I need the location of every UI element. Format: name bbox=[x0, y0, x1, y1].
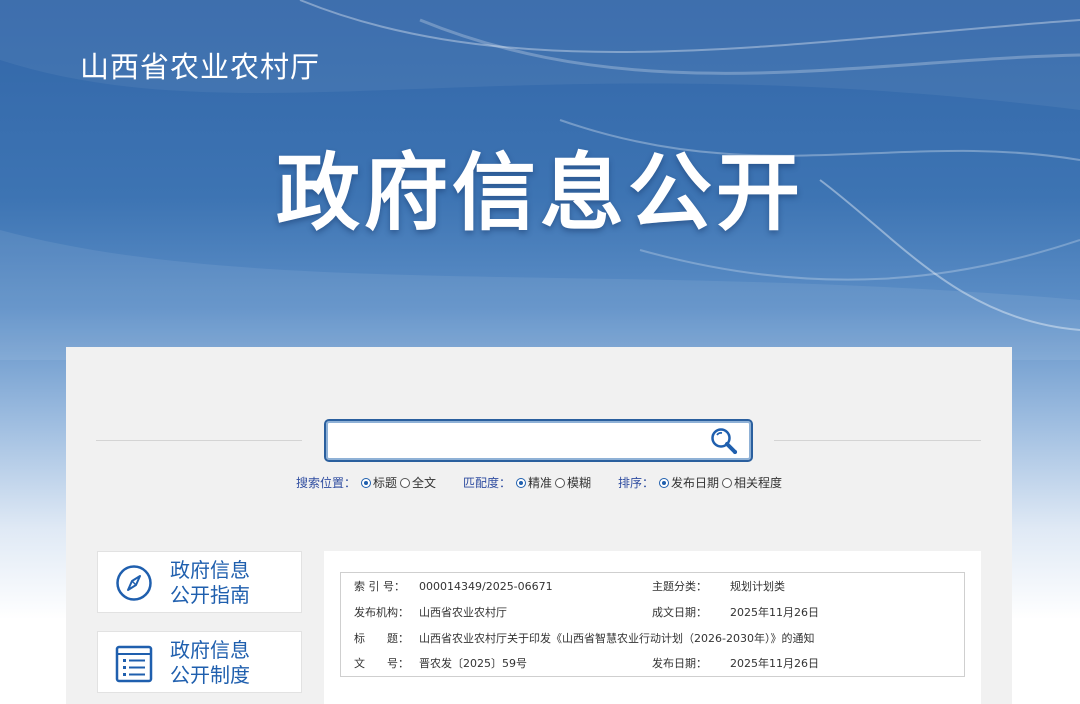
list-document-icon bbox=[115, 645, 153, 683]
radio-fuzzy-label: 模糊 bbox=[567, 476, 592, 490]
title-value[interactable]: 山西省农业农村厅关于印发《山西省智慧农业行动计划（2026-2030年）》的通知 bbox=[419, 626, 814, 652]
match-group: 匹配度： 精准 模糊 bbox=[463, 474, 593, 491]
sidebar-label-line1: 政府信息 bbox=[170, 558, 250, 582]
index-label: 索 引 号： bbox=[354, 580, 405, 593]
sidebar-label-line1: 政府信息 bbox=[170, 638, 250, 662]
search-input[interactable] bbox=[334, 425, 694, 456]
search-icon bbox=[711, 428, 737, 454]
search-button[interactable] bbox=[708, 426, 742, 456]
sidebar-item-disclosure-guide[interactable]: 政府信息 公开指南 bbox=[97, 551, 302, 613]
sidebar-item-label: 政府信息 公开制度 bbox=[170, 638, 250, 688]
org-name: 山西省农业农村厅 bbox=[80, 50, 321, 84]
search-options: 搜索位置： 标题 全文 匹配度： 精准 模糊 排序： 发布日期 相关程度 bbox=[66, 474, 1012, 492]
created-value: 2025年11月26日 bbox=[730, 606, 819, 619]
radio-title[interactable] bbox=[361, 477, 372, 488]
search-position-label: 搜索位置： bbox=[296, 476, 357, 490]
meta-row: 文 号： 晋农发〔2025〕59号 发布日期： 2025年11月26日 bbox=[341, 651, 964, 677]
match-label: 匹配度： bbox=[463, 476, 512, 490]
radio-publish-date[interactable] bbox=[659, 477, 670, 488]
docno-value: 晋农发〔2025〕59号 bbox=[419, 657, 527, 670]
document-metadata-table: 索 引 号： 000014349/2025-06671 主题分类： 规划计划类 … bbox=[340, 572, 965, 677]
sort-group: 排序： 发布日期 相关程度 bbox=[618, 474, 784, 491]
sidebar-label-line2: 公开指南 bbox=[170, 583, 250, 607]
sidebar-label-line2: 公开制度 bbox=[170, 663, 250, 687]
created-label: 成文日期： bbox=[652, 606, 707, 619]
sort-label: 排序： bbox=[618, 476, 655, 490]
published-label: 发布日期： bbox=[652, 657, 707, 670]
published-value: 2025年11月26日 bbox=[730, 657, 819, 670]
radio-relevance-label: 相关程度 bbox=[734, 476, 783, 490]
radio-fuzzy[interactable] bbox=[555, 477, 566, 488]
radio-fulltext-label: 全文 bbox=[412, 476, 437, 490]
main-panel: 搜索位置： 标题 全文 匹配度： 精准 模糊 排序： 发布日期 相关程度 政府信… bbox=[66, 347, 1012, 704]
issuer-label: 发布机构： bbox=[354, 606, 409, 619]
radio-fulltext[interactable] bbox=[400, 477, 411, 488]
content-area: 索 引 号： 000014349/2025-06671 主题分类： 规划计划类 … bbox=[324, 551, 981, 704]
sidebar-item-disclosure-system[interactable]: 政府信息 公开制度 bbox=[97, 631, 302, 693]
category-value: 规划计划类 bbox=[730, 580, 785, 593]
issuer-value: 山西省农业农村厅 bbox=[419, 606, 507, 619]
meta-row: 发布机构： 山西省农业农村厅 成文日期： 2025年11月26日 bbox=[341, 600, 964, 626]
title-label: 标 题： bbox=[354, 632, 409, 645]
radio-title-label: 标题 bbox=[373, 476, 398, 490]
divider-right bbox=[774, 440, 981, 441]
meta-row: 标 题： 山西省农业农村厅关于印发《山西省智慧农业行动计划（2026-2030年… bbox=[341, 626, 964, 652]
docno-label: 文 号： bbox=[354, 657, 409, 670]
compass-icon bbox=[116, 565, 152, 601]
radio-publish-date-label: 发布日期 bbox=[671, 476, 720, 490]
search-box bbox=[324, 419, 753, 462]
radio-relevance[interactable] bbox=[722, 477, 733, 488]
radio-exact[interactable] bbox=[516, 477, 527, 488]
category-label: 主题分类： bbox=[652, 580, 707, 593]
divider-left bbox=[96, 440, 302, 441]
sidebar-item-label: 政府信息 公开指南 bbox=[170, 558, 250, 608]
page-title: 政府信息公开 bbox=[275, 144, 804, 242]
radio-exact-label: 精准 bbox=[528, 476, 553, 490]
search-position-group: 搜索位置： 标题 全文 bbox=[296, 474, 438, 491]
meta-row: 索 引 号： 000014349/2025-06671 主题分类： 规划计划类 bbox=[341, 574, 964, 600]
index-value: 000014349/2025-06671 bbox=[419, 580, 553, 593]
